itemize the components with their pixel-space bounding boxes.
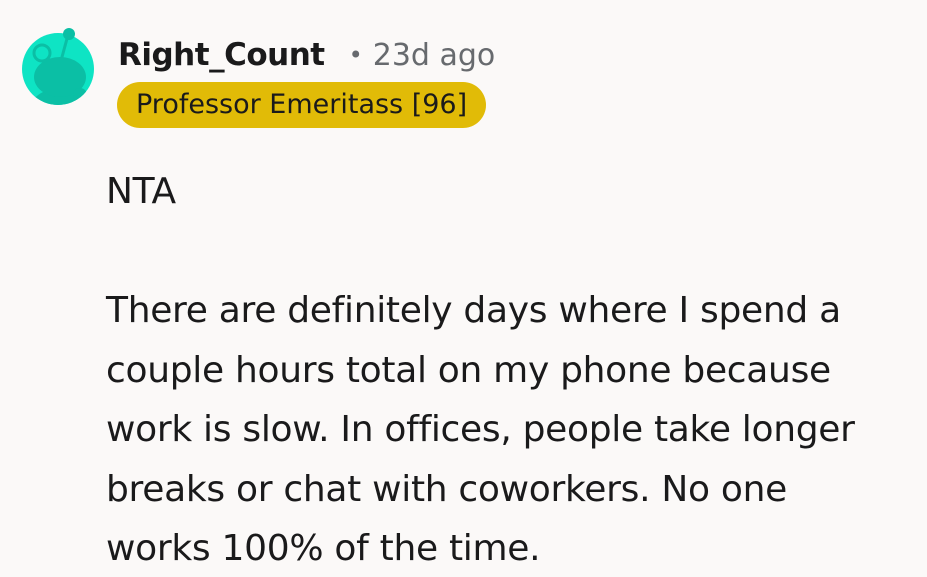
comment-line: work is slow. In offices, people take lo… — [106, 409, 855, 450]
comment-paragraph: There are definitely days where I spend … — [106, 281, 906, 577]
comment-body: NTA There are definitely days where I sp… — [106, 162, 906, 577]
comment-verdict: NTA — [106, 171, 176, 212]
username-link[interactable]: Right_Count — [118, 37, 325, 73]
user-avatar-icon[interactable] — [22, 23, 94, 115]
comment-line: couple hours total on my phone because — [106, 349, 831, 391]
comment-line: There are definitely days where I spend … — [106, 290, 841, 331]
comment-header: Right_Count • 23d ago — [118, 33, 495, 77]
comment-line: works 100% of the time. — [106, 528, 541, 569]
comment-timestamp[interactable]: 23d ago — [373, 38, 496, 73]
comment: Right_Count • 23d ago Professor Emeritas… — [0, 0, 927, 577]
meta-separator: • — [348, 41, 363, 69]
user-flair-badge: Professor Emeritass [96] — [117, 82, 487, 128]
comment-line: breaks or chat with coworkers. No one — [106, 468, 787, 510]
